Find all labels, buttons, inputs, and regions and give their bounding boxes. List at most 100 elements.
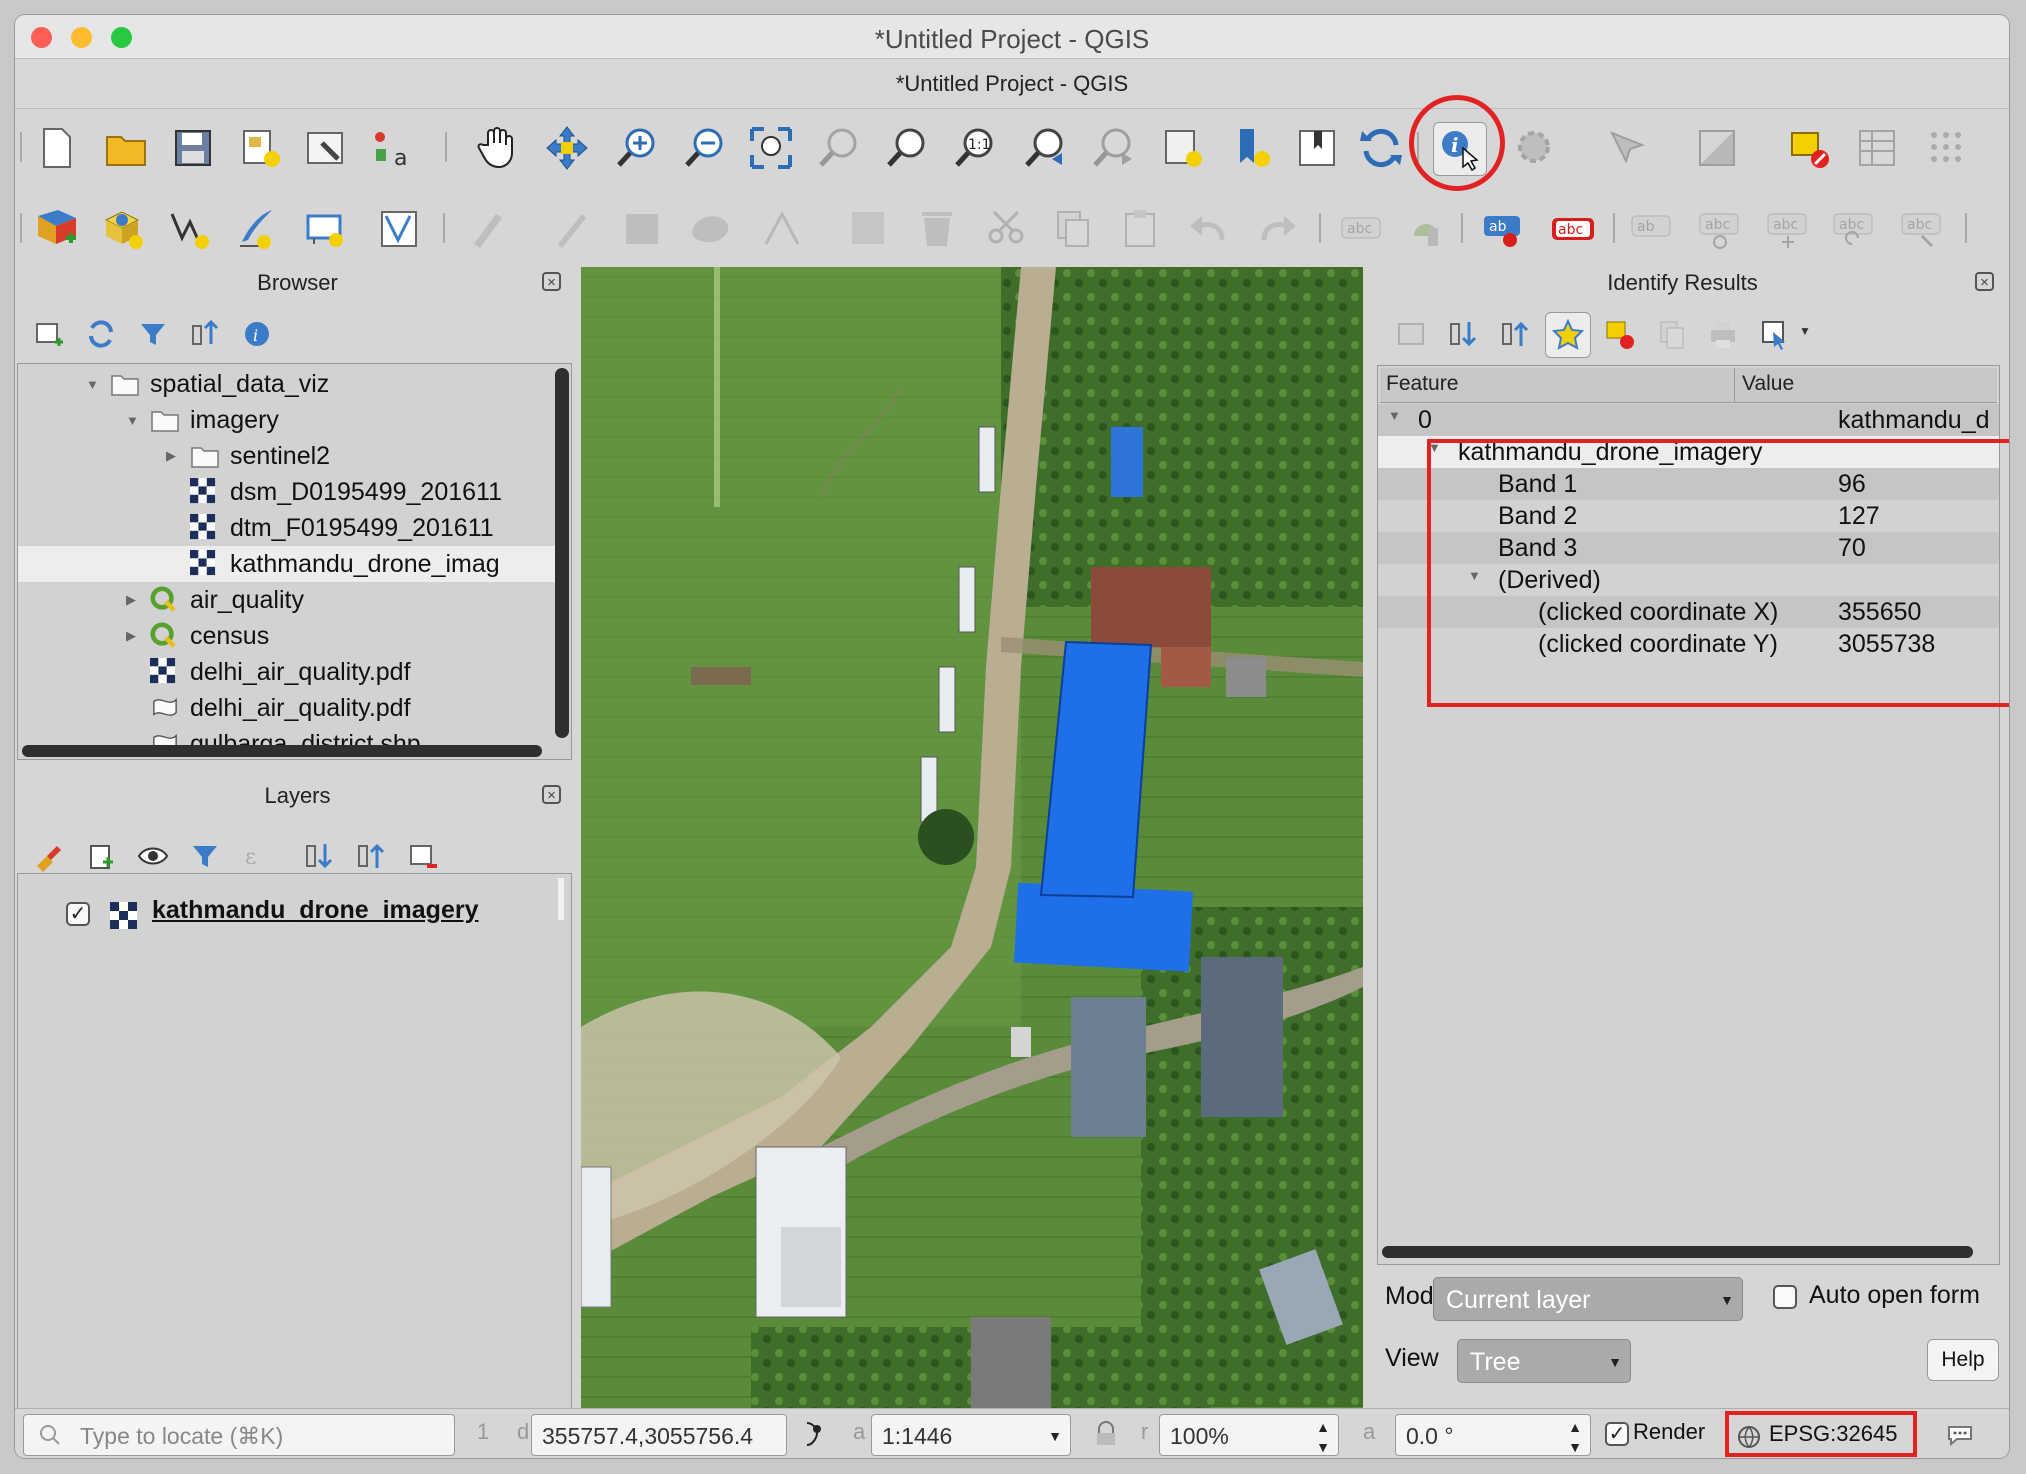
highlight-pinned-label-icon[interactable]: ab <box>1477 203 1529 255</box>
filter-by-expression-icon[interactable]: ε <box>235 834 279 878</box>
view-dropdown[interactable]: Tree ▼ <box>1457 1339 1631 1383</box>
label-tool-icon[interactable]: abc <box>1335 203 1387 255</box>
change-label-icon[interactable]: abc <box>1827 203 1879 255</box>
browser-vscrollbar[interactable] <box>555 368 569 738</box>
map-canvas[interactable] <box>581 267 1363 1408</box>
layers-close-icon[interactable]: × <box>542 785 561 804</box>
auto-open-form-checkbox[interactable] <box>1773 1285 1797 1309</box>
zoom-last-icon[interactable] <box>1019 122 1071 174</box>
pin-label-icon[interactable]: abc <box>1547 203 1599 255</box>
manage-visibility-icon[interactable] <box>131 834 175 878</box>
zoom-native-resolution-icon[interactable]: 1:1 <box>949 122 1001 174</box>
collapsed-arrow-icon[interactable]: ▶ <box>166 448 190 464</box>
highlight-features-icon[interactable] <box>1545 312 1591 358</box>
collapse-all-results-icon[interactable] <box>1493 312 1537 356</box>
new-temporary-layer-icon[interactable] <box>231 203 283 255</box>
pan-to-selection-icon[interactable] <box>541 122 593 174</box>
print-results-icon[interactable] <box>1701 312 1745 356</box>
mode-dropdown[interactable]: Current layer ▼ <box>1433 1277 1743 1321</box>
select-features-icon[interactable] <box>1601 122 1653 174</box>
expand-tree-icon[interactable] <box>1389 312 1433 356</box>
crs-button[interactable]: EPSG:32645 <box>1725 1411 1917 1457</box>
open-layer-styling-icon[interactable] <box>27 834 71 878</box>
zoom-to-selection-icon[interactable] <box>813 122 865 174</box>
open-project-icon[interactable] <box>101 122 153 174</box>
new-project-icon[interactable] <box>31 122 83 174</box>
refresh-browser-icon[interactable] <box>79 312 123 356</box>
collapse-all-icon[interactable] <box>183 312 227 356</box>
rotation-spinbox[interactable]: 0.0 ° ▲ ▼ <box>1395 1414 1591 1456</box>
expanded-arrow-icon[interactable]: ▼ <box>86 377 110 392</box>
select-by-expression-icon[interactable] <box>1691 122 1743 174</box>
zoom-next-icon[interactable] <box>1087 122 1139 174</box>
new-map-view-icon[interactable] <box>1157 122 1209 174</box>
modify-attributes-icon[interactable] <box>843 203 895 255</box>
lock-scale-icon[interactable] <box>1093 1419 1119 1449</box>
browser-item[interactable]: delhi_air_quality.pdf <box>18 690 555 726</box>
browser-item[interactable]: dsm_D0195499_201611 <box>18 474 555 510</box>
refresh-icon[interactable] <box>1355 122 1407 174</box>
feature-column-header[interactable]: Feature <box>1386 372 1458 396</box>
data-source-manager-icon[interactable] <box>31 203 83 255</box>
browser-item[interactable]: ▶ air_quality <box>18 582 555 618</box>
browser-item[interactable]: dtm_F0195499_201611 <box>18 510 555 546</box>
browser-item[interactable]: delhi_air_quality.pdf <box>18 654 555 690</box>
delete-selected-icon[interactable] <box>911 203 963 255</box>
zoom-in-icon[interactable] <box>611 122 663 174</box>
browser-item[interactable]: ▼ imagery <box>18 402 555 438</box>
locator-search-input[interactable]: Type to locate (⌘K) <box>23 1414 455 1456</box>
diagram-tool-icon[interactable] <box>1401 203 1453 255</box>
save-edits-icon[interactable] <box>617 203 669 255</box>
toggle-editing-icon[interactable] <box>545 203 597 255</box>
render-checkbox[interactable]: ✓ <box>1605 1422 1629 1446</box>
add-group-icon[interactable] <box>79 834 123 878</box>
undo-icon[interactable] <box>1183 203 1235 255</box>
redo-icon[interactable] <box>1251 203 1303 255</box>
new-shapefile-layer-icon[interactable] <box>163 203 215 255</box>
actions-icon[interactable] <box>1509 122 1561 174</box>
browser-item[interactable]: ▶ census <box>18 618 555 654</box>
paste-features-icon[interactable] <box>1115 203 1167 255</box>
collapsed-arrow-icon[interactable]: ▶ <box>126 628 150 644</box>
zoom-full-icon[interactable] <box>745 122 797 174</box>
expand-all-results-icon[interactable] <box>1441 312 1485 356</box>
new-geopackage-layer-icon[interactable] <box>97 203 149 255</box>
browser-item[interactable]: kathmandu_drone_imag <box>18 546 555 582</box>
browser-item[interactable]: ▶ sentinel2 <box>18 438 555 474</box>
result-row[interactable]: ▼ 0 kathmandu_d <box>1378 404 1999 436</box>
field-calculator-icon[interactable] <box>1921 122 1973 174</box>
filter-browser-icon[interactable] <box>131 312 175 356</box>
vertex-tool-icon[interactable] <box>757 203 809 255</box>
copy-feature-icon[interactable] <box>1649 312 1693 356</box>
current-edits-icon[interactable] <box>463 203 515 255</box>
browser-item[interactable]: ▼ spatial_data_viz <box>18 366 555 402</box>
new-print-layout-icon[interactable] <box>235 122 287 174</box>
browser-hscrollbar[interactable] <box>22 745 542 757</box>
messages-icon[interactable] <box>1945 1419 1975 1449</box>
cut-features-icon[interactable] <box>981 203 1033 255</box>
clear-results-icon[interactable] <box>1597 312 1641 356</box>
toggle-extents-icon[interactable] <box>799 1419 829 1449</box>
coordinate-field[interactable]: 355757.4,3055756.4 <box>531 1414 787 1456</box>
show-hide-label-icon[interactable]: ab <box>1625 203 1677 255</box>
help-button[interactable]: Help <box>1927 1339 1999 1381</box>
filter-legend-icon[interactable] <box>183 834 227 878</box>
copy-features-icon[interactable] <box>1047 203 1099 255</box>
layer-name[interactable]: kathmandu_drone_imagery <box>152 896 479 925</box>
rotate-label-icon[interactable]: abc <box>1761 203 1813 255</box>
digitize-icon[interactable] <box>373 203 425 255</box>
magnifier-spinbox[interactable]: 100% ▲ ▼ <box>1159 1414 1339 1456</box>
move-label-icon[interactable]: abc <box>1693 203 1745 255</box>
label-properties-icon[interactable]: abc <box>1895 203 1947 255</box>
deselect-features-icon[interactable] <box>1783 122 1835 174</box>
new-virtual-layer-icon[interactable] <box>299 203 351 255</box>
value-column-header[interactable]: Value <box>1742 372 1794 396</box>
browser-close-icon[interactable]: × <box>542 272 561 291</box>
expanded-arrow-icon[interactable]: ▼ <box>126 413 150 428</box>
magnifier-stepper-icon[interactable]: ▲ ▼ <box>1316 1417 1330 1455</box>
identify-close-icon[interactable]: × <box>1975 272 1994 291</box>
identify-settings-dropdown-icon[interactable]: ▼ <box>1799 324 1811 338</box>
scale-combo[interactable]: 1:1446 ▼ <box>871 1414 1071 1456</box>
show-bookmarks-icon[interactable] <box>1291 122 1343 174</box>
new-bookmark-icon[interactable] <box>1227 122 1279 174</box>
